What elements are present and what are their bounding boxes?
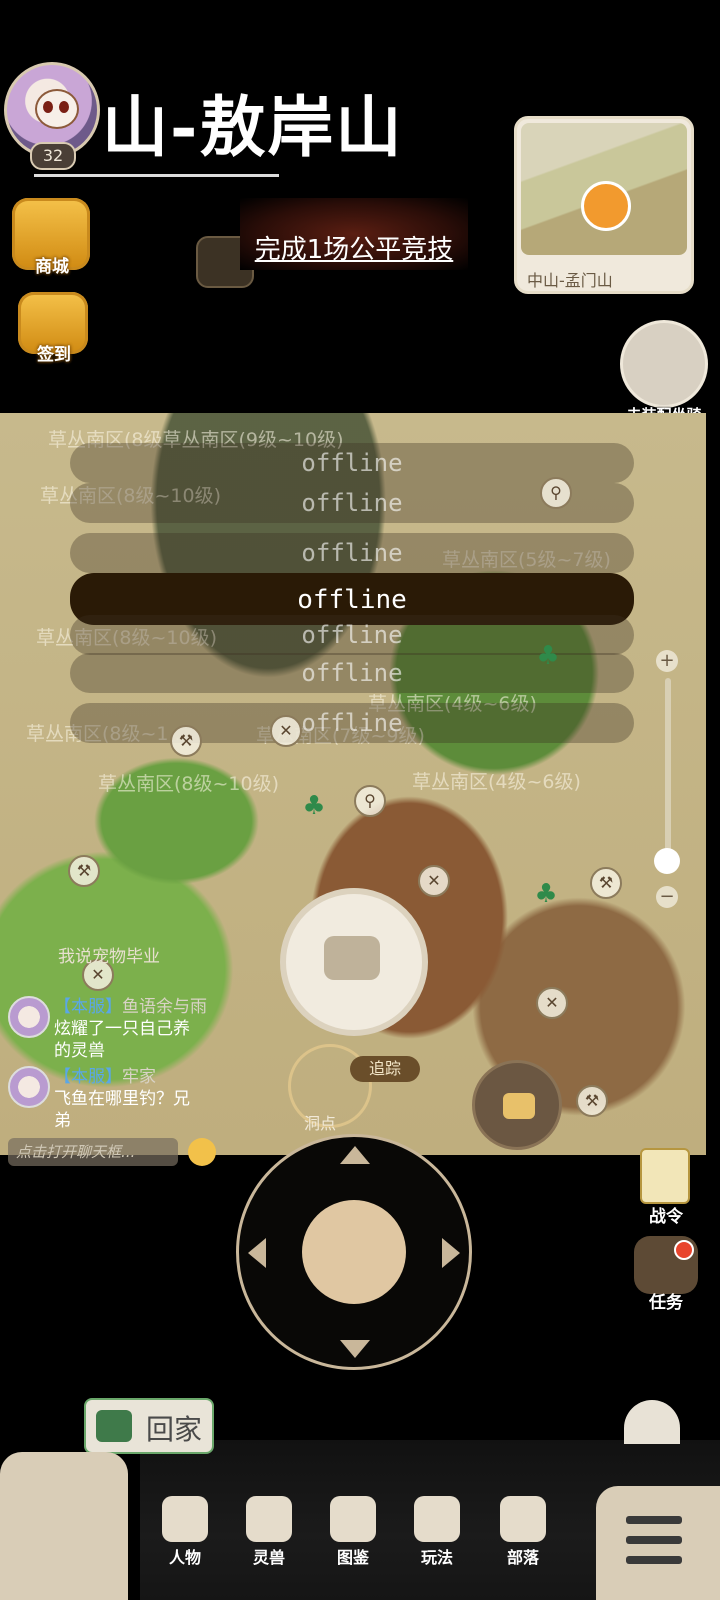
zoom-in-icon[interactable]: + [656, 650, 678, 672]
chat-text: 的灵兽 [54, 1041, 105, 1061]
chat-channel-tag: 【本服】 [54, 1067, 122, 1087]
crossed-tools-icon[interactable]: ✕ [536, 987, 568, 1019]
offline-row: offline [70, 443, 634, 483]
nav-label: 灵兽 [252, 1548, 285, 1567]
message-button[interactable] [472, 1060, 562, 1150]
chat-partial-line: 我说宠物毕业 [58, 947, 160, 967]
nav-label: 图鉴 [336, 1548, 369, 1567]
joystick-left-arrow-icon [248, 1238, 266, 1268]
checkin-button[interactable]: 签到 [18, 292, 90, 365]
chat-text: 飞鱼在哪里钓？兄 [54, 1089, 190, 1109]
tribe-shield-icon [500, 1496, 546, 1542]
message-icon [503, 1093, 535, 1119]
track-button[interactable]: 追踪 [350, 1056, 420, 1082]
chat-sender: 牢家 [122, 1067, 156, 1087]
task-button[interactable] [634, 1236, 698, 1294]
nav-character[interactable]: 人物 [150, 1496, 220, 1568]
quest-tracker-text[interactable]: 完成1场公平竞技 [240, 198, 468, 270]
mount-horse-icon[interactable] [620, 320, 708, 408]
chat-message: 【本服】牢家 飞鱼在哪里钓？兄 弟 [54, 1066, 190, 1132]
location-underline [34, 174, 279, 177]
nav-spirit-beast[interactable]: 灵兽 [234, 1496, 304, 1568]
emoji-icon[interactable] [188, 1138, 216, 1166]
offline-row: offline [70, 703, 634, 743]
menu-icon [626, 1516, 682, 1524]
tree-spirit-icon[interactable]: ♣ [530, 877, 562, 911]
nav-codex[interactable]: 图鉴 [318, 1496, 388, 1568]
chat-avatar[interactable] [8, 996, 50, 1038]
tree-spirit-icon[interactable]: ♣ [298, 789, 330, 823]
avatar-eye [59, 101, 69, 113]
menu-icon [626, 1536, 682, 1544]
crossed-tools-icon[interactable]: ✕ [418, 865, 450, 897]
joystick-right-arrow-icon [442, 1238, 460, 1268]
minimap[interactable]: 中山-孟门山 [514, 116, 694, 294]
location-title: 山-敖岸山 [102, 88, 404, 166]
character-mask-icon [162, 1496, 208, 1542]
nav-label: 人物 [168, 1548, 201, 1567]
nav-tribe[interactable]: 部落 [488, 1496, 558, 1568]
chat-message: 【本服】鱼语余与雨 炫耀了一只自己养 的灵兽 [54, 996, 207, 1062]
chat-text: 弟 [54, 1111, 71, 1131]
chat-open-button[interactable] [280, 888, 428, 1036]
shovel-icon[interactable]: ⚒ [68, 855, 100, 887]
codex-icon [330, 1496, 376, 1542]
shovel-icon[interactable]: ⚒ [590, 867, 622, 899]
joystick-up-arrow-icon [340, 1146, 370, 1164]
zoom-track [665, 678, 671, 868]
chat-bubble-icon [324, 936, 380, 980]
zoom-slider[interactable]: + − [654, 650, 680, 908]
nav-gameplay[interactable]: 玩法 [402, 1496, 472, 1568]
zone-label: 草丛南区(4级~6级) [412, 771, 581, 793]
chat-text: 炫耀了一只自己养 [54, 1019, 190, 1039]
offline-row: offline [70, 533, 634, 573]
tree-spirit-icon[interactable]: ♣ [532, 639, 564, 673]
nav-label: 部落 [506, 1548, 539, 1567]
battle-pass-label: 战令 [649, 1207, 683, 1227]
chat-input[interactable]: 点击打开聊天框... [8, 1138, 178, 1166]
home-label: 回家 [146, 1413, 203, 1446]
cave-point-label: 洞点 [304, 1114, 337, 1133]
minimap-area-label: 中山-孟门山 [527, 271, 613, 290]
shovel-icon[interactable]: ⚒ [576, 1085, 608, 1117]
player-level-badge: 32 [30, 142, 76, 170]
tribe-tree-icon[interactable] [0, 1452, 128, 1600]
beast-icon [246, 1496, 292, 1542]
notification-dot [674, 1240, 694, 1260]
joystick-down-arrow-icon [340, 1340, 370, 1358]
zoom-out-icon[interactable]: − [656, 886, 678, 908]
map-poi-icon[interactable]: ⚲ [540, 477, 572, 509]
hourglass-icon[interactable] [624, 1400, 680, 1444]
menu-icon [626, 1556, 682, 1564]
shop-button[interactable]: 商城 [12, 198, 92, 277]
chat-channel-tag: 【本服】 [54, 997, 122, 1017]
home-icon [96, 1410, 132, 1442]
player-location-marker-icon [581, 181, 631, 231]
checkin-label: 签到 [37, 345, 71, 365]
shop-label: 商城 [35, 257, 69, 277]
crossed-tools-icon[interactable]: ✕ [270, 715, 302, 747]
main-menu-button[interactable] [596, 1486, 720, 1600]
map-poi-icon[interactable]: ⚲ [354, 785, 386, 817]
shovel-icon[interactable]: ⚒ [170, 725, 202, 757]
joystick-knob[interactable] [302, 1200, 406, 1304]
task-label: 任务 [649, 1293, 683, 1313]
home-button[interactable]: 回家 [84, 1398, 214, 1454]
zoom-knob[interactable] [654, 848, 680, 874]
chat-avatar[interactable] [8, 1066, 50, 1108]
avatar-face [35, 89, 79, 129]
zone-label: 草丛南区(8级~10级) [98, 773, 280, 795]
gameplay-icon [414, 1496, 460, 1542]
avatar-eye [43, 101, 53, 113]
nav-label: 玩法 [420, 1548, 453, 1567]
chat-sender: 鱼语余与雨 [122, 997, 207, 1017]
battle-pass-icon[interactable] [640, 1148, 690, 1204]
